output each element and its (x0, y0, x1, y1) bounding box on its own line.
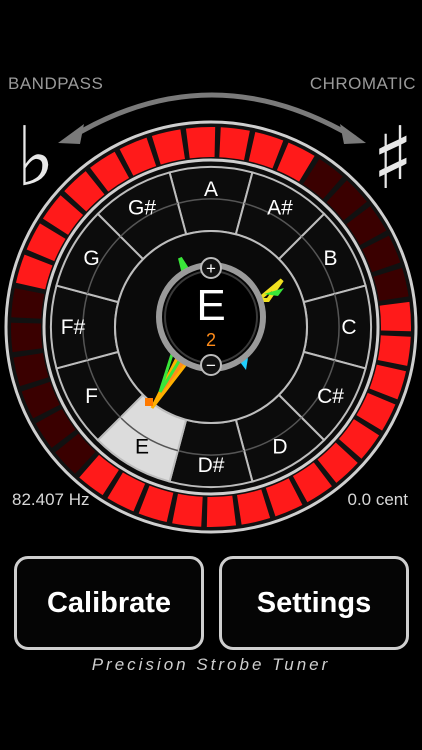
strobe-tuner-dial: ♭ ♯ A A# B C C# D D# E F F# G G# + − E 2 (4, 92, 418, 534)
note-label: G (83, 247, 99, 270)
strobe-segment (379, 301, 411, 332)
note-label: F# (61, 316, 86, 339)
plus-icon: + (206, 259, 216, 278)
minus-icon: − (206, 356, 216, 375)
calibrate-button[interactable]: Calibrate (14, 556, 204, 650)
arrow-head-left-icon (58, 124, 84, 144)
note-label: A (204, 178, 218, 201)
frequency-readout: 82.407 Hz (12, 490, 90, 509)
flat-icon: ♭ (16, 110, 55, 205)
strobe-segment (206, 495, 237, 527)
strobe-segment (185, 127, 216, 159)
note-label: C# (317, 385, 344, 408)
note-label: C (341, 316, 356, 339)
current-note: E (196, 281, 225, 330)
note-label: D# (198, 454, 225, 477)
note-label: B (324, 247, 338, 270)
note-label: G# (128, 196, 156, 219)
sharp-icon: ♯ (372, 109, 414, 209)
arrow-head-right-icon (340, 124, 366, 144)
note-label: D (272, 436, 287, 459)
note-label: F (85, 385, 98, 408)
current-octave: 2 (206, 330, 216, 350)
app-title-footer: Precision Strobe Tuner (91, 655, 331, 674)
note-label: E (135, 436, 149, 459)
cents-readout: 0.0 cent (347, 490, 409, 509)
settings-button[interactable]: Settings (219, 556, 409, 650)
strobe-segment (11, 322, 43, 353)
note-label: A# (267, 196, 293, 219)
